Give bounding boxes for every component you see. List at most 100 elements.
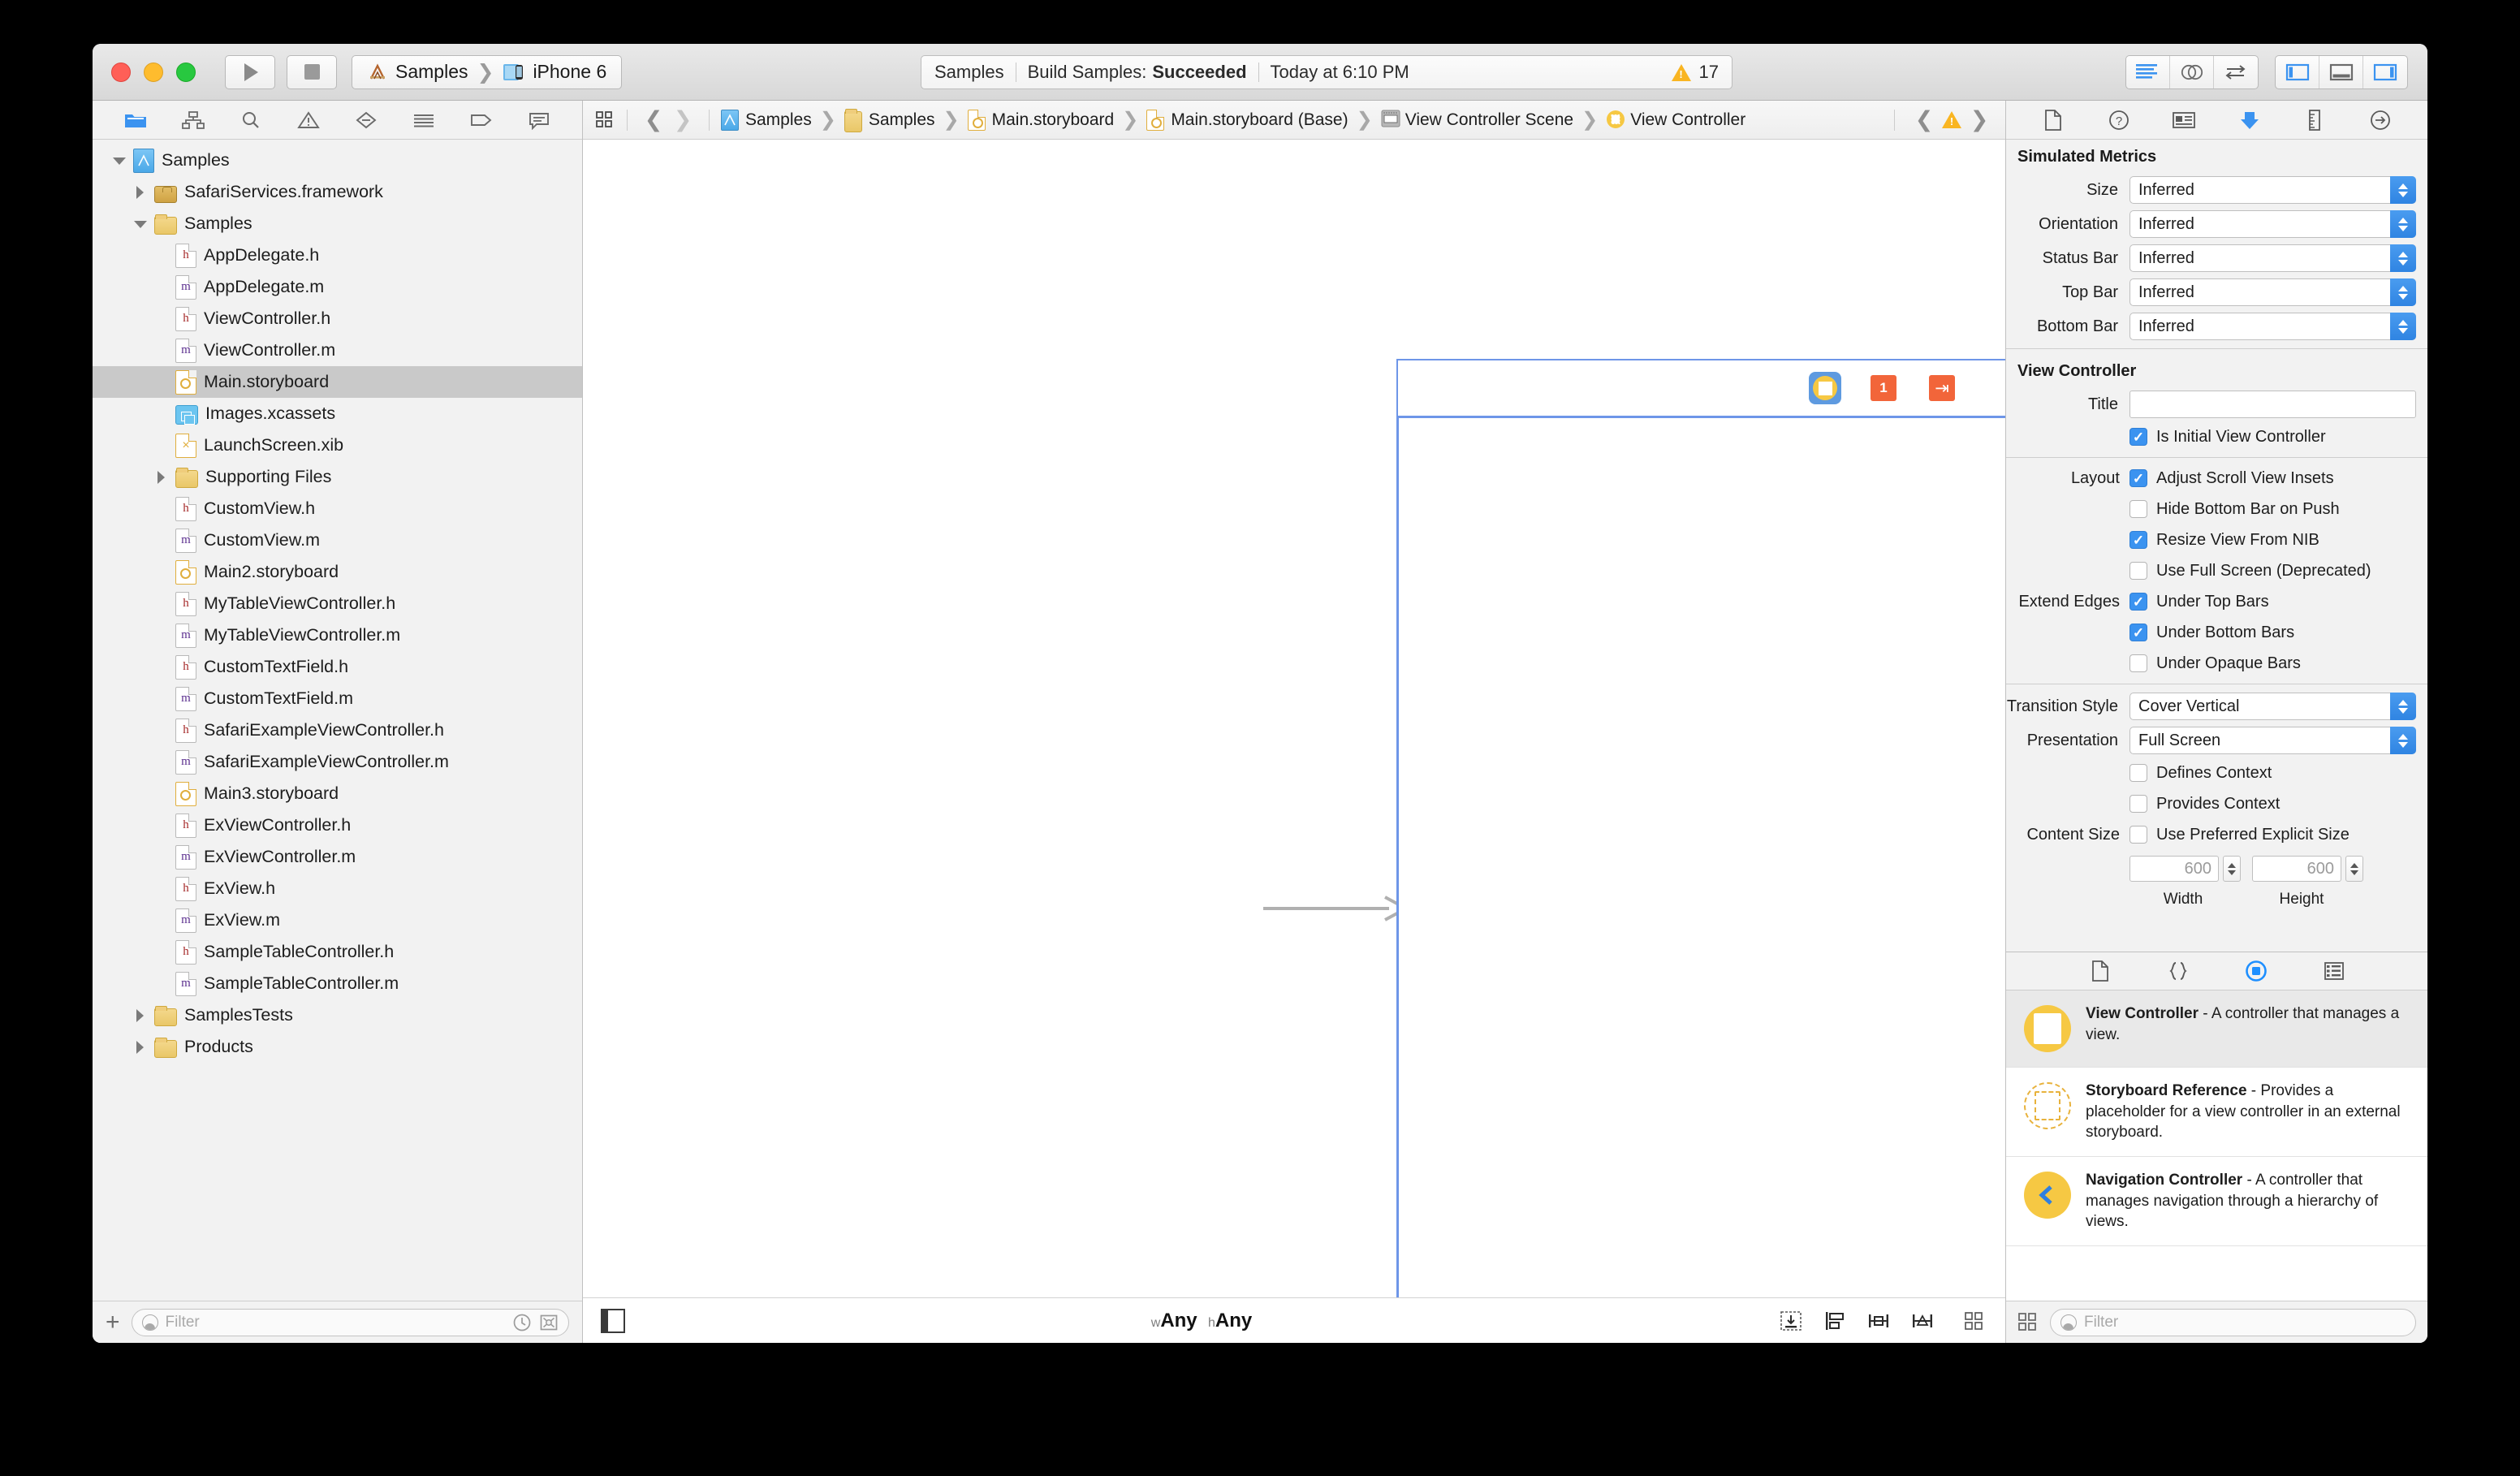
run-button[interactable] <box>225 54 275 89</box>
view-controller-scene[interactable]: 1 ⇥ <box>1396 359 2005 1297</box>
sm-select[interactable]: Inferred <box>2129 210 2416 238</box>
checkbox[interactable] <box>2129 562 2147 580</box>
checkbox[interactable] <box>2129 654 2147 672</box>
checkbox[interactable] <box>2129 624 2147 641</box>
checkbox-row-under-top-bars[interactable]: Extend Edges Under Top Bars <box>2006 586 2427 617</box>
checkbox-row-under-opaque-bars[interactable]: Under Opaque Bars <box>2006 648 2427 679</box>
navigator-filter-input[interactable]: Filter <box>131 1308 569 1336</box>
navigator-item-mytableviewcontroller-m[interactable]: m MyTableViewController.m <box>93 619 582 651</box>
dock-first-responder-button[interactable]: 1 <box>1867 372 1900 404</box>
navigator-item-exview-m[interactable]: m ExView.m <box>93 904 582 936</box>
back-button[interactable]: ❮ <box>639 107 668 132</box>
navigator-item-exviewcontroller-m[interactable]: m ExViewController.m <box>93 841 582 873</box>
height-stepper[interactable] <box>2345 856 2363 882</box>
navigator-item-images-xcassets[interactable]: Images.xcassets <box>93 398 582 429</box>
checkbox-row-under-bottom-bars[interactable]: Under Bottom Bars <box>2006 617 2427 648</box>
disclosure-triangle-icon[interactable] <box>133 1008 146 1022</box>
sm-select[interactable]: Inferred <box>2129 278 2416 306</box>
debug-area-toggle-button[interactable] <box>2319 56 2363 88</box>
width-stepper[interactable] <box>2223 856 2241 882</box>
tab-test-navigator[interactable] <box>348 106 384 134</box>
status-bar[interactable]: Samples Build Samples: Succeeded Today a… <box>921 55 1732 89</box>
title-input[interactable] <box>2129 391 2416 418</box>
breadcrumb-item-3[interactable]: Main.storyboard (Base) <box>1146 109 1348 131</box>
tab-file-inspector[interactable] <box>2035 106 2071 134</box>
navigator-item-viewcontroller-m[interactable]: m ViewController.m <box>93 334 582 366</box>
sm-select[interactable]: Inferred <box>2129 176 2416 204</box>
navigator-item-safariexampleviewcontroller-m[interactable]: m SafariExampleViewController.m <box>93 746 582 778</box>
tab-connections-inspector[interactable] <box>2362 106 2398 134</box>
library-grid-icon[interactable] <box>2017 1312 2039 1333</box>
sm-select[interactable]: Inferred <box>2129 313 2416 340</box>
tab-report-navigator[interactable] <box>521 106 557 134</box>
library-item-storyboard-reference[interactable]: Storyboard Reference - Provides a placeh… <box>2006 1068 2427 1157</box>
next-issue-button[interactable]: ❯ <box>1965 107 1994 132</box>
standard-editor-button[interactable] <box>2126 56 2170 88</box>
height-input[interactable]: 600 <box>2252 856 2341 882</box>
presentation-select[interactable]: Full Screen <box>2129 727 2416 754</box>
library-filter-input[interactable]: Filter <box>2050 1308 2416 1336</box>
breadcrumb-item-5[interactable]: View Controller <box>1606 110 1745 131</box>
navigator-item-exview-h[interactable]: h ExView.h <box>93 873 582 904</box>
utilities-toggle-button[interactable] <box>2363 56 2407 88</box>
size-class-indicator[interactable]: wAny hAny <box>1151 1310 1253 1332</box>
tab-media-library[interactable] <box>2318 958 2350 984</box>
navigator-item-appdelegate-m[interactable]: m AppDelegate.m <box>93 271 582 303</box>
navigator-item-customview-m[interactable]: m CustomView.m <box>93 524 582 556</box>
tab-breakpoint-navigator[interactable] <box>464 106 499 134</box>
disclosure-triangle-icon[interactable] <box>133 1040 146 1054</box>
previous-issue-button[interactable]: ❮ <box>1909 107 1939 132</box>
navigator-item-safariservices-framework[interactable]: SafariServices.framework <box>93 176 582 208</box>
navigator-item-appdelegate-h[interactable]: h AppDelegate.h <box>93 240 582 271</box>
checkbox[interactable] <box>2129 469 2147 487</box>
tab-object-library[interactable] <box>2240 958 2272 984</box>
storyboard-canvas[interactable]: 1 ⇥ <box>583 140 2005 1297</box>
content-size-row[interactable]: Content Size Use Preferred Explicit Size <box>2006 819 2427 850</box>
minimize-button[interactable] <box>144 62 163 82</box>
source-control-filter-icon[interactable] <box>539 1313 559 1332</box>
checkbox-row-hide-bottom-bar-on-push[interactable]: Hide Bottom Bar on Push <box>2006 494 2427 524</box>
pin-button[interactable] <box>1866 1309 1892 1333</box>
checkbox[interactable] <box>2129 500 2147 518</box>
align-button[interactable] <box>1822 1309 1848 1333</box>
tab-code-snippet-library[interactable] <box>2162 958 2194 984</box>
scheme-selector[interactable]: Samples ❯ iPhone 6 <box>352 54 623 89</box>
checkbox-row-provides-context[interactable]: Provides Context <box>2006 788 2427 819</box>
navigator-item-safariexampleviewcontroller-h[interactable]: h SafariExampleViewController.h <box>93 714 582 746</box>
tab-attributes-inspector[interactable] <box>2232 106 2268 134</box>
navigator-item-main-storyboard[interactable]: Main.storyboard <box>93 366 582 398</box>
tab-symbol-navigator[interactable] <box>175 106 211 134</box>
related-items-icon[interactable] <box>594 110 615 131</box>
document-outline-button[interactable] <box>1961 1309 1987 1333</box>
transition-style-select[interactable]: Cover Vertical <box>2129 693 2416 720</box>
close-button[interactable] <box>111 62 131 82</box>
add-file-button[interactable]: + <box>106 1310 120 1335</box>
navigator-item-samples[interactable]: Samples <box>93 208 582 240</box>
disclosure-triangle-icon[interactable] <box>154 470 167 484</box>
project-file-list[interactable]: Samples SafariServices.framework Samples h A… <box>93 140 582 1301</box>
tab-file-template-library[interactable] <box>2084 958 2117 984</box>
library-item-view-controller[interactable]: View Controller - A controller that mana… <box>2006 990 2427 1068</box>
breadcrumb-item-0[interactable]: Samples <box>721 109 812 131</box>
view-controller-view[interactable] <box>1396 416 2005 1297</box>
navigator-toggle-button[interactable] <box>2276 56 2319 88</box>
forward-button[interactable]: ❯ <box>668 107 697 132</box>
library-item-navigation-controller[interactable]: Navigation Controller - A controller tha… <box>2006 1157 2427 1246</box>
navigator-item-customtextfield-m[interactable]: m CustomTextField.m <box>93 683 582 714</box>
checkbox-row-use-full-screen-deprecated[interactable]: Use Full Screen (Deprecated) <box>2006 555 2427 586</box>
checkbox[interactable] <box>2129 593 2147 611</box>
sm-select[interactable]: Inferred <box>2129 244 2416 272</box>
dock-exit-button[interactable]: ⇥ <box>1926 372 1958 404</box>
jumpbar-warning-icon[interactable] <box>1942 111 1961 128</box>
navigator-item-samples[interactable]: Samples <box>93 145 582 176</box>
navigator-item-customtextfield-h[interactable]: h CustomTextField.h <box>93 651 582 683</box>
navigator-item-main3-storyboard[interactable]: Main3.storyboard <box>93 778 582 809</box>
is-initial-checkbox[interactable] <box>2129 428 2147 446</box>
checkbox[interactable] <box>2129 795 2147 813</box>
disclosure-triangle-icon[interactable] <box>133 218 147 231</box>
breadcrumb-item-2[interactable]: Main.storyboard <box>967 109 1114 131</box>
tab-identity-inspector[interactable] <box>2166 106 2202 134</box>
disclosure-triangle-icon[interactable] <box>133 185 146 199</box>
tab-size-inspector[interactable] <box>2297 106 2332 134</box>
is-initial-view-controller-row[interactable]: Is Initial View Controller <box>2006 421 2427 452</box>
